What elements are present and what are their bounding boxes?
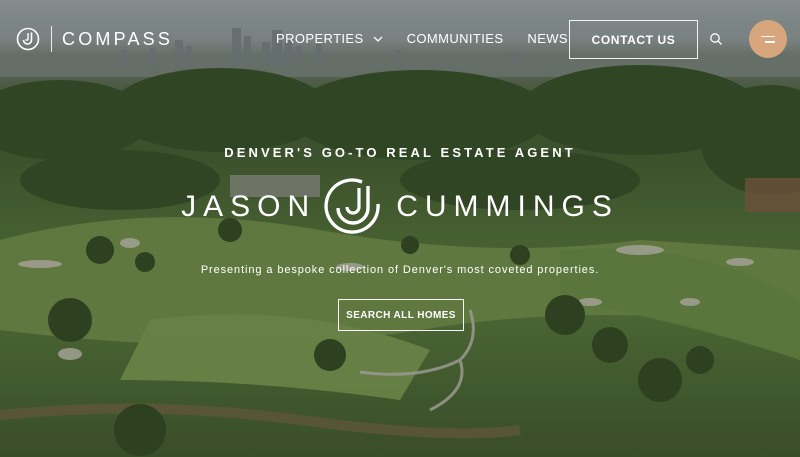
agent-first-name: JASON bbox=[181, 190, 317, 223]
agent-last-name: CUMMINGS bbox=[396, 190, 619, 223]
brand-name: COMPASS bbox=[62, 28, 174, 49]
search-icon[interactable] bbox=[709, 32, 723, 46]
nav-item-news[interactable]: NEWS bbox=[527, 31, 568, 46]
brand-logo[interactable]: COMPASS bbox=[16, 26, 173, 52]
main-nav: PROPERTIES COMMUNITIES NEWS bbox=[276, 31, 592, 46]
hamburger-line bbox=[765, 41, 775, 43]
brand-divider bbox=[51, 26, 52, 52]
nav-item-communities[interactable]: COMMUNITIES bbox=[407, 31, 504, 46]
hero-eyebrow: DENVER'S GO-TO REAL ESTATE AGENT bbox=[224, 145, 576, 160]
contact-us-button[interactable]: CONTACT US bbox=[569, 20, 698, 59]
nav-item-label: PROPERTIES bbox=[276, 31, 364, 46]
agent-logo-lockup: JASON CUMMINGS bbox=[0, 178, 800, 236]
chevron-down-icon bbox=[373, 36, 383, 42]
menu-button[interactable] bbox=[749, 20, 787, 58]
hamburger-menu-icon bbox=[761, 35, 775, 37]
search-all-homes-button[interactable]: SEARCH ALL HOMES bbox=[338, 299, 464, 331]
site-header: COMPASS PROPERTIES COMMUNITIES NEWS CONT… bbox=[0, 0, 800, 78]
nav-item-properties[interactable]: PROPERTIES bbox=[276, 31, 383, 46]
compass-logo-icon bbox=[16, 27, 40, 51]
hero-tagline: Presenting a bespoke collection of Denve… bbox=[200, 264, 600, 276]
nav-item-label: NEWS bbox=[527, 31, 569, 46]
jc-monogram-icon bbox=[324, 178, 380, 234]
nav-item-label: COMMUNITIES bbox=[406, 31, 504, 46]
